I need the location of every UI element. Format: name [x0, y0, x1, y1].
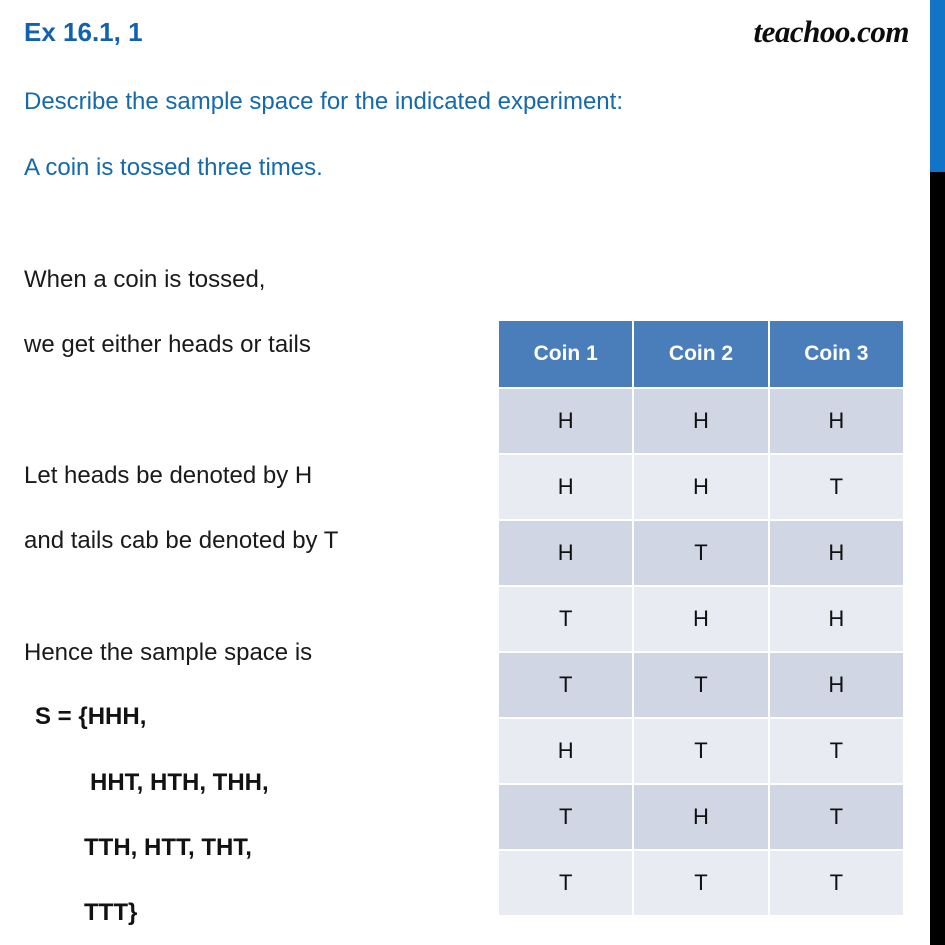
table-cell: T [634, 851, 768, 915]
slide-page: Ex 16.1, 1 teachoo.com Describe the samp… [0, 0, 945, 945]
question-line-2: A coin is tossed three times. [24, 154, 323, 181]
column-header-coin-1: Coin 1 [499, 321, 633, 387]
question-line-1: Describe the sample space for the indica… [24, 88, 623, 115]
table-row: H H H [499, 389, 903, 453]
table-cell: H [499, 719, 633, 783]
table-cell: T [769, 851, 903, 915]
right-accent-bar-black [930, 172, 945, 945]
coin-outcomes-table: Coin 1 Coin 2 Coin 3 H H H H H T H T H T… [497, 319, 905, 917]
table-cell: H [634, 587, 768, 651]
table-row: H T H [499, 521, 903, 585]
table-cell: T [499, 785, 633, 849]
brand-logo: teachoo.com [753, 14, 910, 49]
column-header-coin-3: Coin 3 [769, 321, 903, 387]
table-cell: H [769, 521, 903, 585]
table-cell: H [634, 785, 768, 849]
table-cell: T [769, 719, 903, 783]
table-header: Coin 1 Coin 2 Coin 3 [499, 321, 903, 387]
table-cell: T [499, 851, 633, 915]
table-cell: H [769, 389, 903, 453]
table-cell: T [499, 587, 633, 651]
right-accent-bar-blue [930, 0, 945, 172]
table-row: H H T [499, 455, 903, 519]
column-header-coin-2: Coin 2 [634, 321, 768, 387]
table-cell: H [769, 653, 903, 717]
explanation-line-5: Hence the sample space is [24, 639, 313, 666]
table-header-row: Coin 1 Coin 2 Coin 3 [499, 321, 903, 387]
table-cell: T [634, 521, 768, 585]
table-cell: H [769, 587, 903, 651]
explanation-line-3: Let heads be denoted by H [24, 462, 313, 489]
sample-space-line-3: TTH, HTT, THT, [84, 834, 252, 861]
table-cell: H [634, 389, 768, 453]
table-cell: H [634, 455, 768, 519]
explanation-line-2: we get either heads or tails [24, 331, 311, 358]
table-row: T H T [499, 785, 903, 849]
table-cell: T [634, 653, 768, 717]
sample-space-line-4: TTT} [84, 899, 138, 926]
table-cell: H [499, 521, 633, 585]
explanation-line-4: and tails cab be denoted by T [24, 527, 339, 554]
table-row: H T T [499, 719, 903, 783]
table-cell: H [499, 389, 633, 453]
table-cell: H [499, 455, 633, 519]
table-cell: T [769, 455, 903, 519]
sample-space-line-2: HHT, HTH, THH, [90, 769, 269, 796]
table-row: T H H [499, 587, 903, 651]
sample-space-line-1: S = {HHH, [35, 703, 147, 730]
table-row: T T T [499, 851, 903, 915]
table-row: T T H [499, 653, 903, 717]
explanation-line-1: When a coin is tossed, [24, 266, 266, 293]
table-cell: T [769, 785, 903, 849]
table-body: H H H H H T H T H T H H T T H H T T T H … [499, 389, 903, 915]
table-cell: T [499, 653, 633, 717]
table-cell: T [634, 719, 768, 783]
page-title: Ex 16.1, 1 [24, 17, 143, 47]
